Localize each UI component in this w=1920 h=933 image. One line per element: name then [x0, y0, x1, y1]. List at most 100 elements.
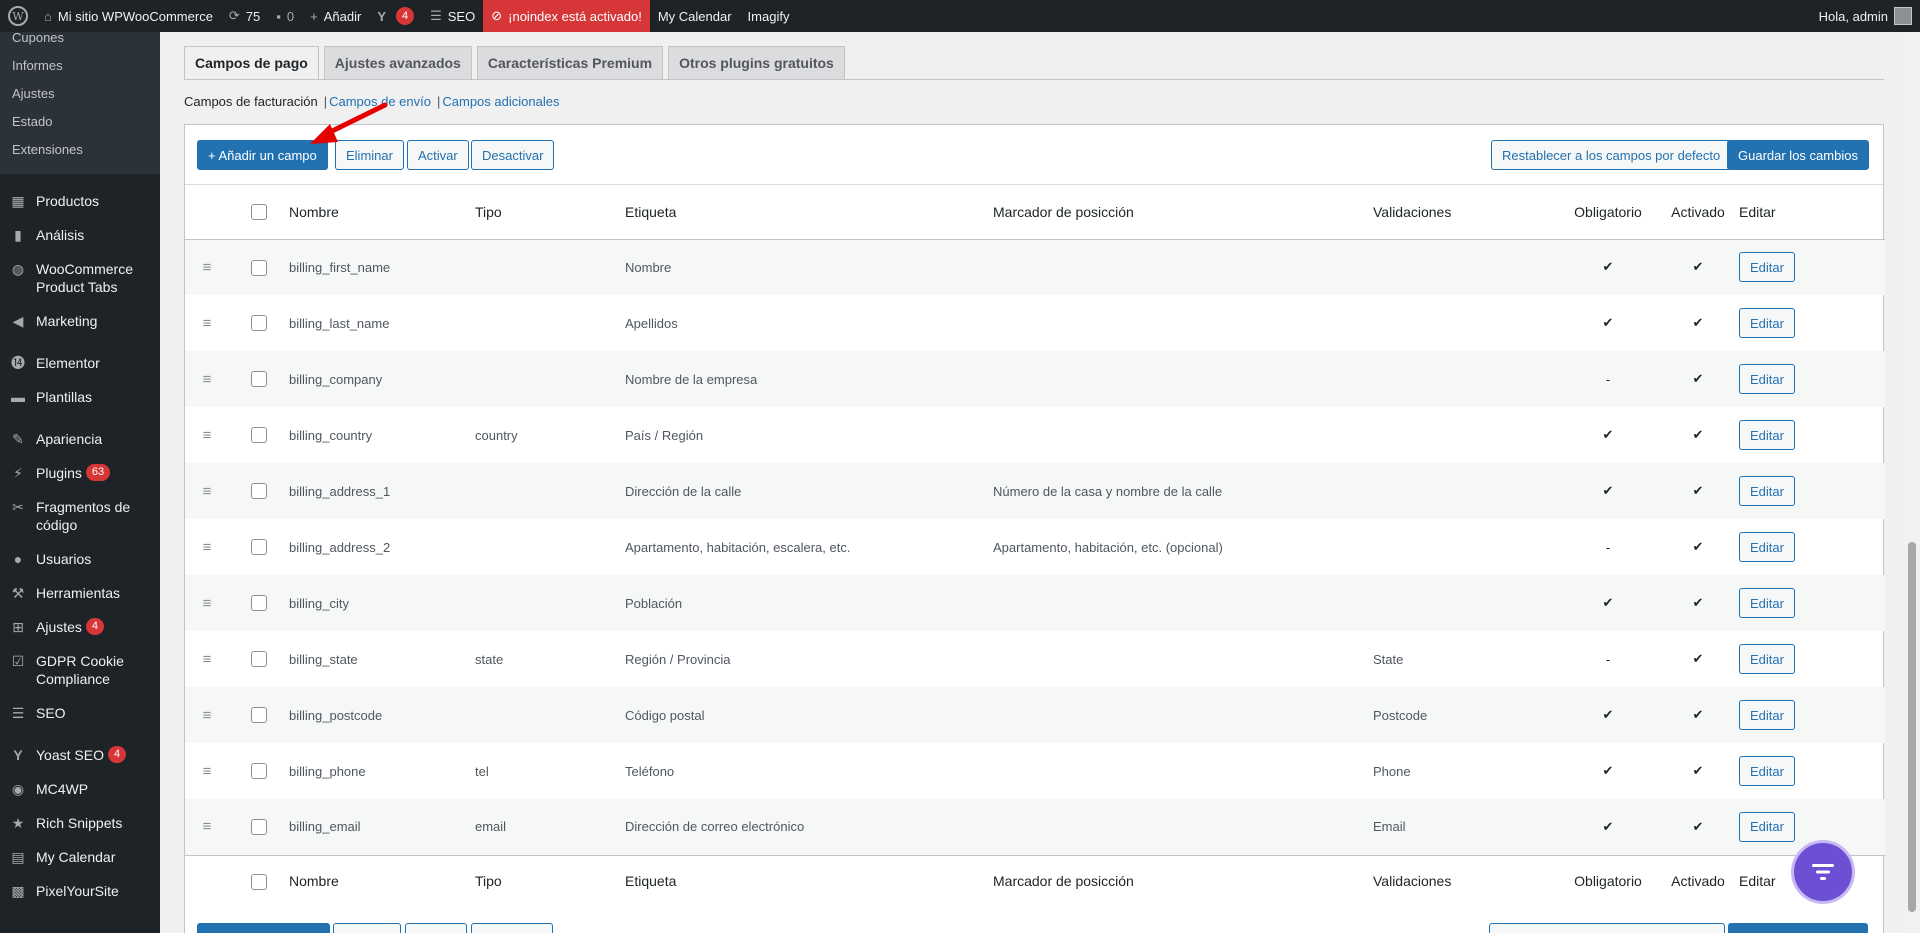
edit-button[interactable]: Editar: [1739, 364, 1795, 394]
tab-ajustes-avanzados[interactable]: Ajustes avanzados: [323, 46, 472, 79]
save-changes-button[interactable]: Guardar los cambios: [1727, 140, 1869, 170]
drag-handle-icon[interactable]: ≡: [203, 651, 212, 668]
drag-handle-icon[interactable]: ≡: [203, 427, 212, 444]
row-checkbox[interactable]: [251, 707, 267, 724]
section-additional-link[interactable]: Campos adicionales: [442, 94, 559, 109]
comments-link[interactable]: ▪ 0: [268, 0, 302, 32]
row-checkbox[interactable]: [251, 371, 267, 388]
row-checkbox[interactable]: [251, 315, 267, 332]
reset-fields-button[interactable]: Restablecer a los campos por defecto: [1491, 140, 1732, 170]
sidebar-item-analisis[interactable]: ▮ Análisis: [0, 218, 160, 252]
seo-adminbar-link[interactable]: ☰ SEO: [422, 0, 483, 32]
col-validations-footer[interactable]: Validaciones: [1373, 854, 1559, 907]
sidebar-item-mc4wp[interactable]: ◉ MC4WP: [0, 772, 160, 806]
page-scrollbar[interactable]: [1904, 32, 1920, 933]
sidebar-item-rich-snippets[interactable]: ★ Rich Snippets: [0, 806, 160, 840]
floating-filter-button[interactable]: [1791, 840, 1855, 904]
tab-caracteristicas-premium[interactable]: Características Premium: [476, 46, 664, 79]
drag-handle-icon[interactable]: ≡: [203, 595, 212, 612]
sidebar-item-seo[interactable]: ☰ SEO: [0, 696, 160, 730]
drag-handle-icon[interactable]: ≡: [203, 371, 212, 388]
drag-handle-icon[interactable]: ≡: [203, 818, 212, 835]
col-required-footer[interactable]: Obligatorio: [1559, 854, 1657, 907]
sidebar-item-yoast[interactable]: Y Yoast SEO 4: [0, 738, 160, 772]
submenu-item-cupones[interactable]: Cupones: [0, 32, 160, 52]
sidebar-item-pixelyoursite[interactable]: ▩ PixelYourSite: [0, 874, 160, 908]
col-placeholder[interactable]: Marcador de posicción: [993, 185, 1373, 240]
row-checkbox[interactable]: [251, 763, 267, 780]
edit-button[interactable]: Editar: [1739, 811, 1795, 842]
add-new-link[interactable]: + Añadir: [302, 0, 369, 32]
submenu-item-informes[interactable]: Informes: [0, 52, 160, 80]
edit-button[interactable]: Editar: [1739, 532, 1795, 562]
col-placeholder-footer[interactable]: Marcador de posicción: [993, 854, 1373, 907]
drag-handle-icon[interactable]: ≡: [203, 259, 212, 276]
sidebar-item-product-tabs[interactable]: ◍ WooCommerce Product Tabs: [0, 252, 160, 304]
drag-handle-icon[interactable]: ≡: [203, 315, 212, 332]
edit-button[interactable]: Editar: [1739, 308, 1795, 338]
sidebar-item-elementor[interactable]: ⓮ Elementor: [0, 346, 160, 380]
sidebar-item-marketing[interactable]: ◀ Marketing: [0, 304, 160, 338]
noindex-warning[interactable]: ⊘ ¡noindex está activado!: [483, 0, 650, 32]
drag-handle-icon[interactable]: ≡: [203, 763, 212, 780]
deactivate-button-bottom[interactable]: [471, 923, 553, 933]
drag-handle-icon[interactable]: ≡: [203, 483, 212, 500]
col-enabled-footer[interactable]: Activado: [1657, 854, 1739, 907]
delete-button-bottom[interactable]: [333, 923, 401, 933]
user-account-link[interactable]: Hola, admin: [1811, 0, 1920, 32]
scrollbar-thumb[interactable]: [1908, 542, 1916, 912]
edit-button[interactable]: Editar: [1739, 756, 1795, 786]
sidebar-item-gdpr[interactable]: ☑ GDPR Cookie Compliance: [0, 644, 160, 696]
deactivate-button[interactable]: Desactivar: [471, 140, 555, 170]
col-type-footer[interactable]: Tipo: [475, 854, 625, 907]
col-required[interactable]: Obligatorio: [1559, 185, 1657, 240]
col-validations[interactable]: Validaciones: [1373, 185, 1559, 240]
col-name-footer[interactable]: Nombre: [289, 854, 475, 907]
my-calendar-link[interactable]: My Calendar: [650, 0, 740, 32]
select-all-checkbox-footer[interactable]: [251, 873, 267, 890]
edit-button[interactable]: Editar: [1739, 420, 1795, 450]
tab-otros-plugins[interactable]: Otros plugins gratuitos: [668, 46, 845, 79]
submenu-item-ajustes[interactable]: Ajustes: [0, 80, 160, 108]
row-checkbox[interactable]: [251, 259, 267, 276]
sidebar-item-my-calendar[interactable]: ▤ My Calendar: [0, 840, 160, 874]
drag-handle-icon[interactable]: ≡: [203, 539, 212, 556]
updates-link[interactable]: ⟳ 75: [221, 0, 268, 32]
edit-button[interactable]: Editar: [1739, 644, 1795, 674]
activate-button-bottom[interactable]: [405, 923, 467, 933]
sidebar-item-plantillas[interactable]: ▬ Plantillas: [0, 380, 160, 414]
imagify-link[interactable]: Imagify: [740, 0, 798, 32]
wordpress-logo-icon[interactable]: W: [0, 0, 36, 32]
sidebar-item-fragmentos[interactable]: ✂ Fragmentos de código: [0, 490, 160, 542]
row-checkbox[interactable]: [251, 427, 267, 444]
submenu-item-estado[interactable]: Estado: [0, 108, 160, 136]
row-checkbox[interactable]: [251, 595, 267, 612]
col-enabled[interactable]: Activado: [1657, 185, 1739, 240]
tab-campos-de-pago[interactable]: Campos de pago: [184, 46, 319, 79]
row-checkbox[interactable]: [251, 651, 267, 668]
sidebar-item-herramientas[interactable]: ⚒ Herramientas: [0, 576, 160, 610]
reset-fields-button-bottom[interactable]: [1489, 923, 1725, 933]
row-checkbox[interactable]: [251, 483, 267, 500]
edit-button[interactable]: Editar: [1739, 476, 1795, 506]
row-checkbox[interactable]: [251, 539, 267, 556]
site-name-link[interactable]: ⌂ Mi sitio WPWooCommerce: [36, 0, 221, 32]
edit-button[interactable]: Editar: [1739, 588, 1795, 618]
sidebar-item-ajustes[interactable]: ⊞ Ajustes 4: [0, 610, 160, 644]
sidebar-item-productos[interactable]: ▦ Productos: [0, 184, 160, 218]
col-type[interactable]: Tipo: [475, 185, 625, 240]
sidebar-item-usuarios[interactable]: ● Usuarios: [0, 542, 160, 576]
yoast-adminbar-link[interactable]: Y 4: [369, 0, 422, 32]
save-changes-button-bottom[interactable]: [1728, 923, 1868, 933]
row-checkbox[interactable]: [251, 819, 267, 836]
edit-button[interactable]: Editar: [1739, 700, 1795, 730]
select-all-checkbox[interactable]: [251, 204, 267, 221]
submenu-item-extensiones[interactable]: Extensiones: [0, 136, 160, 164]
col-name[interactable]: Nombre: [289, 185, 475, 240]
col-label[interactable]: Etiqueta: [625, 185, 993, 240]
drag-handle-icon[interactable]: ≡: [203, 707, 212, 724]
sidebar-item-plugins[interactable]: ⚡ Plugins 63: [0, 456, 160, 490]
sidebar-item-apariencia[interactable]: ✎ Apariencia: [0, 422, 160, 456]
col-label-footer[interactable]: Etiqueta: [625, 854, 993, 907]
add-field-button-bottom[interactable]: [197, 923, 330, 933]
